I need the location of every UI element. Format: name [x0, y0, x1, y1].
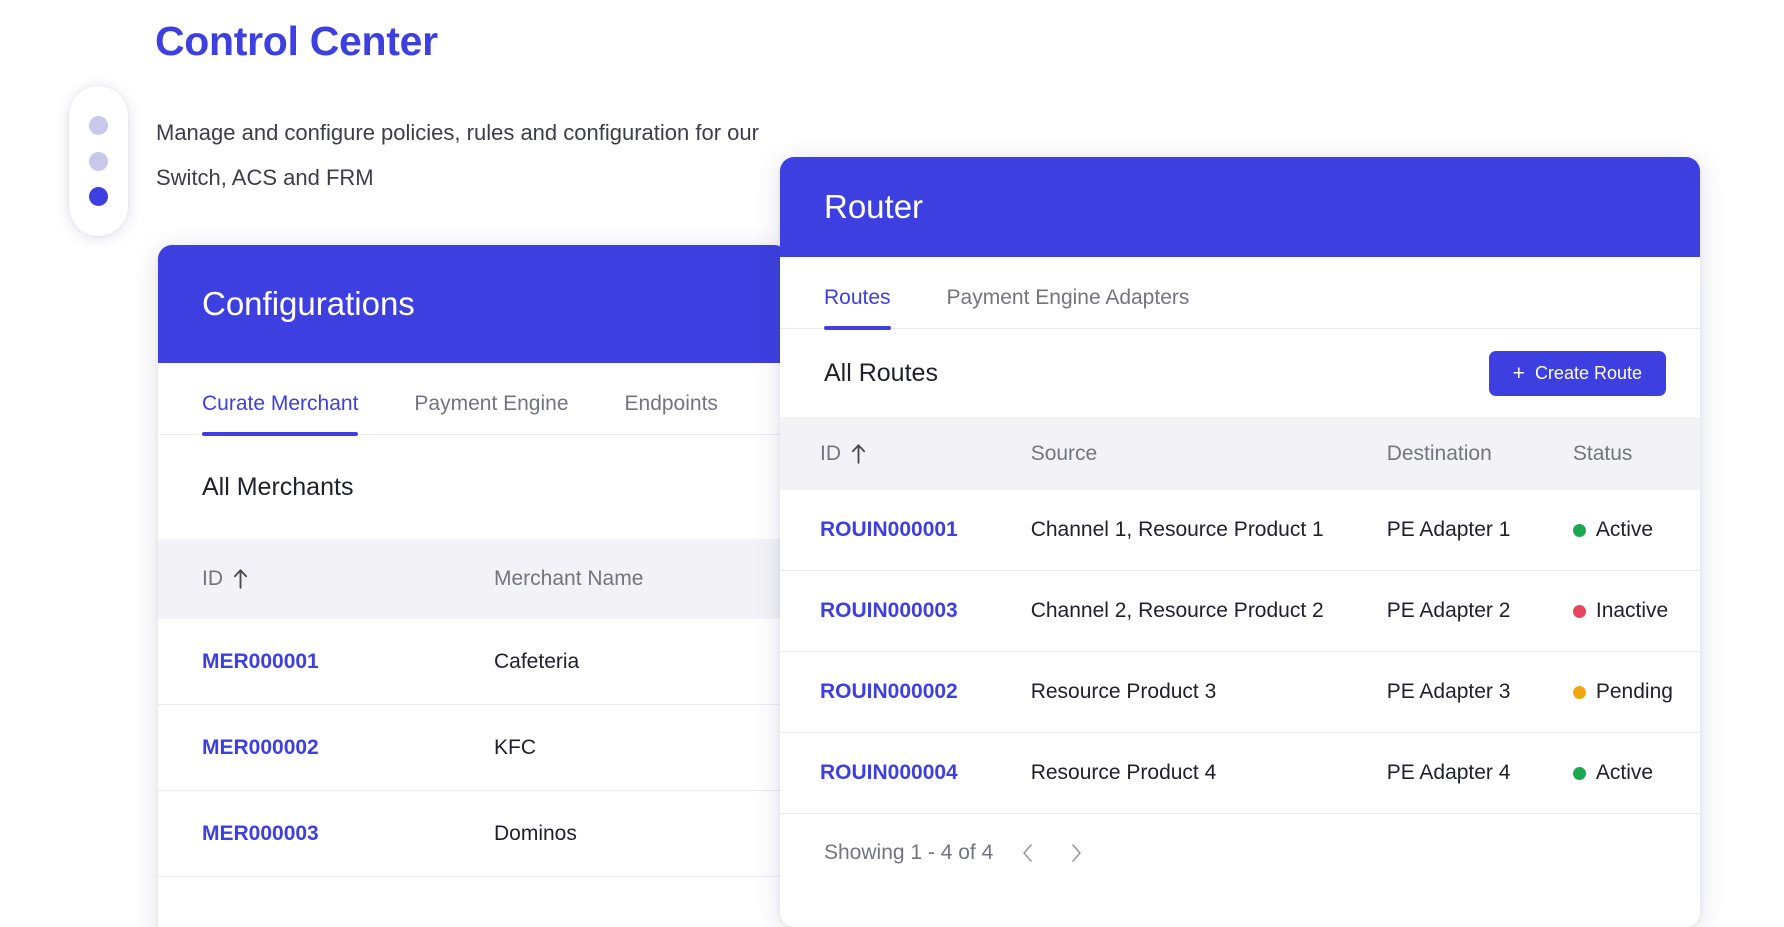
status-badge: Active — [1572, 518, 1700, 542]
merchant-id[interactable]: MER000002 — [202, 736, 494, 760]
router-card-header: Router — [780, 157, 1700, 257]
routes-column-status-label: Status — [1572, 441, 1633, 465]
route-destination: PE Adapter 2 — [1386, 599, 1511, 622]
status-dot-icon — [1572, 604, 1586, 618]
routes-column-id-label: ID — [820, 441, 841, 465]
app-root: Control Center Manage and configure poli… — [0, 0, 1784, 927]
merchant-id[interactable]: MER000003 — [202, 822, 494, 846]
route-source: Channel 1, Resource Product 1 — [1030, 518, 1324, 541]
table-row[interactable]: ROUIN000001 Channel 1, Resource Product … — [780, 490, 1700, 571]
pagination-prev-button[interactable] — [1015, 840, 1041, 866]
routes-column-status[interactable]: Status — [1573, 442, 1700, 466]
table-row[interactable]: MER000001 Cafeteria — [158, 619, 788, 705]
nav-dot-2[interactable] — [89, 151, 108, 171]
merchant-name: Cafeteria — [494, 649, 580, 673]
merchant-id[interactable]: MER000001 — [202, 650, 494, 674]
route-status-label: Active — [1595, 761, 1654, 784]
merchants-column-name[interactable]: Merchant Name — [494, 567, 643, 591]
tab-endpoints[interactable]: Endpoints — [625, 392, 718, 434]
configurations-card-header: Configurations — [158, 245, 788, 363]
merchants-column-name-label: Merchant Name — [494, 567, 644, 590]
routes-section-bar: All Routes + Create Route — [780, 329, 1700, 417]
create-route-button[interactable]: + Create Route — [1488, 350, 1666, 396]
sort-up-arrow-icon — [233, 569, 248, 589]
configurations-tabs: Curate Merchant Payment Engine Endpoints — [158, 363, 788, 436]
page-title: Control Center — [155, 18, 438, 64]
status-badge: Inactive — [1572, 599, 1700, 623]
merchant-name: Dominos — [494, 821, 577, 845]
route-status-label: Active — [1595, 518, 1654, 541]
router-title: Router — [824, 188, 924, 225]
page-subtitle: Manage and configure policies, rules and… — [156, 120, 759, 190]
merchants-section-bar: All Merchants — [158, 435, 788, 539]
routes-column-source-label: Source — [1030, 441, 1098, 465]
tab-endpoints-label: Endpoints — [624, 392, 718, 415]
table-row[interactable]: ROUIN000002 Resource Product 3 PE Adapte… — [780, 652, 1700, 733]
tab-payment-engine-adapters-label: Payment Engine Adapters — [946, 286, 1190, 309]
status-badge: Pending — [1572, 680, 1700, 704]
routes-table-header: ID Source Destination Status — [780, 417, 1700, 490]
route-source: Channel 2, Resource Product 2 — [1030, 599, 1324, 622]
nav-dot-3[interactable] — [89, 186, 108, 206]
configurations-card: Configurations Curate Merchant Payment E… — [158, 245, 788, 927]
status-dot-icon — [1572, 523, 1586, 537]
tab-curate-merchant[interactable]: Curate Merchant — [202, 392, 359, 436]
table-row[interactable]: MER000002 KFC — [158, 705, 788, 791]
status-badge: Active — [1572, 761, 1700, 785]
tab-routes[interactable]: Routes — [824, 286, 891, 330]
create-route-button-label: Create Route — [1534, 362, 1642, 383]
route-source: Resource Product 4 — [1030, 761, 1217, 784]
route-status-label: Pending — [1595, 680, 1673, 703]
status-dot-icon — [1572, 766, 1586, 780]
tab-payment-engine-adapters[interactable]: Payment Engine Adapters — [947, 286, 1190, 328]
configurations-title: Configurations — [202, 285, 415, 322]
routes-column-id[interactable]: ID — [820, 442, 1031, 466]
merchants-column-id[interactable]: ID — [202, 567, 494, 591]
router-card: Router Routes Payment Engine Adapters Al… — [780, 157, 1700, 927]
pagination-summary: Showing 1 - 4 of 4 — [824, 841, 994, 864]
route-source: Resource Product 3 — [1030, 680, 1217, 703]
pagination-next-button[interactable] — [1063, 840, 1089, 866]
table-row[interactable]: MER000003 Dominos — [158, 791, 788, 877]
route-status-label: Inactive — [1595, 599, 1669, 622]
plus-icon: + — [1512, 361, 1525, 385]
route-id[interactable]: ROUIN000004 — [820, 761, 1031, 785]
routes-column-destination[interactable]: Destination — [1387, 442, 1573, 466]
all-routes-title: All Routes — [824, 358, 938, 387]
status-dot-icon — [1572, 685, 1586, 699]
left-nav-rail — [69, 86, 128, 236]
tab-routes-label: Routes — [824, 286, 891, 309]
sort-up-arrow-icon — [851, 443, 866, 464]
merchant-name: KFC — [494, 735, 536, 759]
routes-pagination: Showing 1 - 4 of 4 — [780, 814, 1700, 892]
route-destination: PE Adapter 4 — [1386, 761, 1511, 784]
route-id[interactable]: ROUIN000002 — [820, 680, 1031, 704]
routes-column-source[interactable]: Source — [1031, 442, 1387, 466]
table-row[interactable]: ROUIN000003 Channel 2, Resource Product … — [780, 571, 1700, 652]
tab-curate-merchant-label: Curate Merchant — [202, 392, 359, 415]
router-tabs: Routes Payment Engine Adapters — [780, 257, 1700, 330]
routes-column-destination-label: Destination — [1386, 441, 1492, 465]
table-row[interactable]: ROUIN000004 Resource Product 4 PE Adapte… — [780, 733, 1700, 814]
route-id[interactable]: ROUIN000003 — [820, 599, 1031, 623]
chevron-right-icon — [1072, 844, 1082, 862]
route-destination: PE Adapter 3 — [1386, 680, 1511, 703]
route-destination: PE Adapter 1 — [1386, 518, 1511, 541]
tab-payment-engine-label: Payment Engine — [414, 392, 569, 415]
chevron-left-icon — [1023, 844, 1033, 862]
merchants-column-id-label: ID — [202, 567, 223, 590]
all-merchants-title: All Merchants — [202, 472, 354, 501]
route-id[interactable]: ROUIN000001 — [820, 518, 1031, 542]
merchants-table-header: ID Merchant Name — [158, 539, 788, 619]
nav-dot-1[interactable] — [89, 116, 108, 136]
tab-payment-engine[interactable]: Payment Engine — [414, 392, 568, 434]
